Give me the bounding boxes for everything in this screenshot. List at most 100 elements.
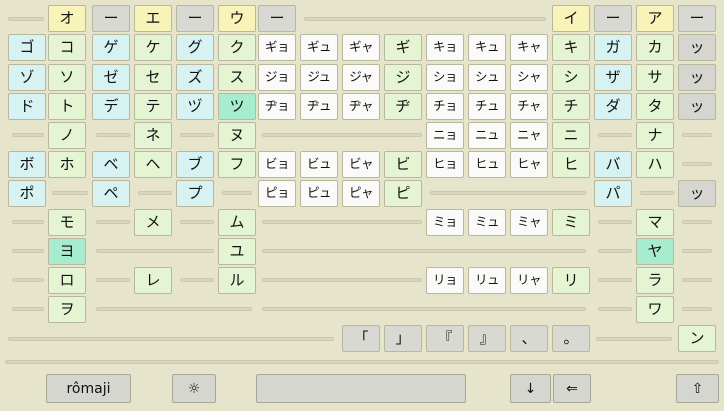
- kana-key[interactable]: ニョ: [426, 122, 464, 149]
- kana-key[interactable]: ギョ: [258, 34, 296, 61]
- kana-key[interactable]: チャ: [510, 93, 548, 120]
- kana-key[interactable]: ヒョ: [426, 151, 464, 178]
- punctuation-key[interactable]: 、: [510, 325, 548, 352]
- kana-key[interactable]: チョ: [426, 93, 464, 120]
- kana-key[interactable]: ジ: [384, 64, 422, 91]
- kana-key[interactable]: ベ: [92, 151, 130, 178]
- kana-key[interactable]: ノ: [48, 122, 86, 149]
- shift-icon[interactable]: ⇧: [676, 374, 719, 403]
- romaji-toggle-button[interactable]: rômaji: [46, 374, 131, 403]
- backspace-icon[interactable]: ⇐: [553, 374, 591, 403]
- kana-key[interactable]: タ: [636, 93, 674, 120]
- kana-key[interactable]: ヒ: [552, 151, 590, 178]
- kana-key[interactable]: ル: [218, 267, 256, 294]
- kana-key[interactable]: グ: [176, 34, 214, 61]
- kana-key[interactable]: ダ: [594, 93, 632, 120]
- kana-key[interactable]: チュ: [468, 93, 506, 120]
- kana-key[interactable]: シ: [552, 64, 590, 91]
- kana-key[interactable]: ヒャ: [510, 151, 548, 178]
- kana-key[interactable]: ブ: [176, 151, 214, 178]
- kana-key[interactable]: ガ: [594, 34, 632, 61]
- kana-key[interactable]: ト: [48, 93, 86, 120]
- kana-key[interactable]: ヲ: [48, 296, 86, 323]
- kana-key[interactable]: ッ: [678, 93, 716, 120]
- kana-key[interactable]: ズ: [176, 64, 214, 91]
- kana-key[interactable]: ム: [218, 209, 256, 236]
- kana-key[interactable]: リュ: [468, 267, 506, 294]
- long-vowel-key[interactable]: ー: [594, 5, 632, 32]
- kana-key[interactable]: ヌ: [218, 122, 256, 149]
- kana-key[interactable]: ピョ: [258, 180, 296, 207]
- kana-key[interactable]: カ: [636, 34, 674, 61]
- long-vowel-key[interactable]: ー: [92, 5, 130, 32]
- kana-key[interactable]: リャ: [510, 267, 548, 294]
- kana-key[interactable]: ッ: [678, 34, 716, 61]
- kana-key[interactable]: パ: [594, 180, 632, 207]
- kana-key[interactable]: ヂョ: [258, 93, 296, 120]
- kana-key[interactable]: リ: [552, 267, 590, 294]
- kana-key[interactable]: ド: [8, 93, 46, 120]
- punctuation-key[interactable]: 』: [468, 325, 506, 352]
- vowel-key[interactable]: ウ: [218, 5, 256, 32]
- kana-key[interactable]: ッ: [678, 180, 716, 207]
- kana-key[interactable]: ジョ: [258, 64, 296, 91]
- kana-key[interactable]: リョ: [426, 267, 464, 294]
- kana-key[interactable]: メ: [134, 209, 172, 236]
- kana-key[interactable]: キュ: [468, 34, 506, 61]
- kana-key[interactable]: ツ: [218, 93, 256, 120]
- n-key[interactable]: ン: [678, 325, 716, 352]
- kana-key[interactable]: ミャ: [510, 209, 548, 236]
- kana-key[interactable]: チ: [552, 93, 590, 120]
- kana-key[interactable]: ス: [218, 64, 256, 91]
- kana-key[interactable]: ナ: [636, 122, 674, 149]
- kana-key[interactable]: シュ: [468, 64, 506, 91]
- vowel-key[interactable]: イ: [552, 5, 590, 32]
- kana-key[interactable]: プ: [176, 180, 214, 207]
- kana-key[interactable]: ヂ: [384, 93, 422, 120]
- kana-key[interactable]: ビャ: [342, 151, 380, 178]
- kana-key[interactable]: ビ: [384, 151, 422, 178]
- kana-key[interactable]: コ: [48, 34, 86, 61]
- kana-key[interactable]: ハ: [636, 151, 674, 178]
- kana-key[interactable]: キ: [552, 34, 590, 61]
- kana-key[interactable]: ミ: [552, 209, 590, 236]
- kana-key[interactable]: ジュ: [300, 64, 338, 91]
- kana-key[interactable]: ピュ: [300, 180, 338, 207]
- kana-key[interactable]: ミュ: [468, 209, 506, 236]
- kana-key[interactable]: レ: [134, 267, 172, 294]
- kana-key[interactable]: ミョ: [426, 209, 464, 236]
- kana-key[interactable]: ヅ: [176, 93, 214, 120]
- kana-key[interactable]: ロ: [48, 267, 86, 294]
- space-bar[interactable]: [256, 374, 466, 403]
- kana-key[interactable]: ビュ: [300, 151, 338, 178]
- kana-key[interactable]: ヂャ: [342, 93, 380, 120]
- kana-key[interactable]: ギャ: [342, 34, 380, 61]
- kana-key[interactable]: ゴ: [8, 34, 46, 61]
- kana-key[interactable]: ペ: [92, 180, 130, 207]
- kana-key[interactable]: ソ: [48, 64, 86, 91]
- kana-key[interactable]: ネ: [134, 122, 172, 149]
- kana-key[interactable]: ク: [218, 34, 256, 61]
- kana-key[interactable]: ギ: [384, 34, 422, 61]
- kana-key[interactable]: バ: [594, 151, 632, 178]
- vowel-key[interactable]: ア: [636, 5, 674, 32]
- kana-key[interactable]: ヤ: [636, 238, 674, 265]
- brightness-icon[interactable]: ☼: [172, 374, 216, 403]
- kana-key[interactable]: ゼ: [92, 64, 130, 91]
- kana-key[interactable]: ワ: [636, 296, 674, 323]
- kana-key[interactable]: ザ: [594, 64, 632, 91]
- kana-key[interactable]: マ: [636, 209, 674, 236]
- punctuation-key[interactable]: 」: [384, 325, 422, 352]
- kana-key[interactable]: ユ: [218, 238, 256, 265]
- punctuation-key[interactable]: 『: [426, 325, 464, 352]
- kana-key[interactable]: ボ: [8, 151, 46, 178]
- kana-key[interactable]: セ: [134, 64, 172, 91]
- kana-key[interactable]: ヂュ: [300, 93, 338, 120]
- kana-key[interactable]: デ: [92, 93, 130, 120]
- kana-key[interactable]: ニュ: [468, 122, 506, 149]
- kana-key[interactable]: テ: [134, 93, 172, 120]
- kana-key[interactable]: サ: [636, 64, 674, 91]
- kana-key[interactable]: キョ: [426, 34, 464, 61]
- kana-key[interactable]: キャ: [510, 34, 548, 61]
- kana-key[interactable]: ゲ: [92, 34, 130, 61]
